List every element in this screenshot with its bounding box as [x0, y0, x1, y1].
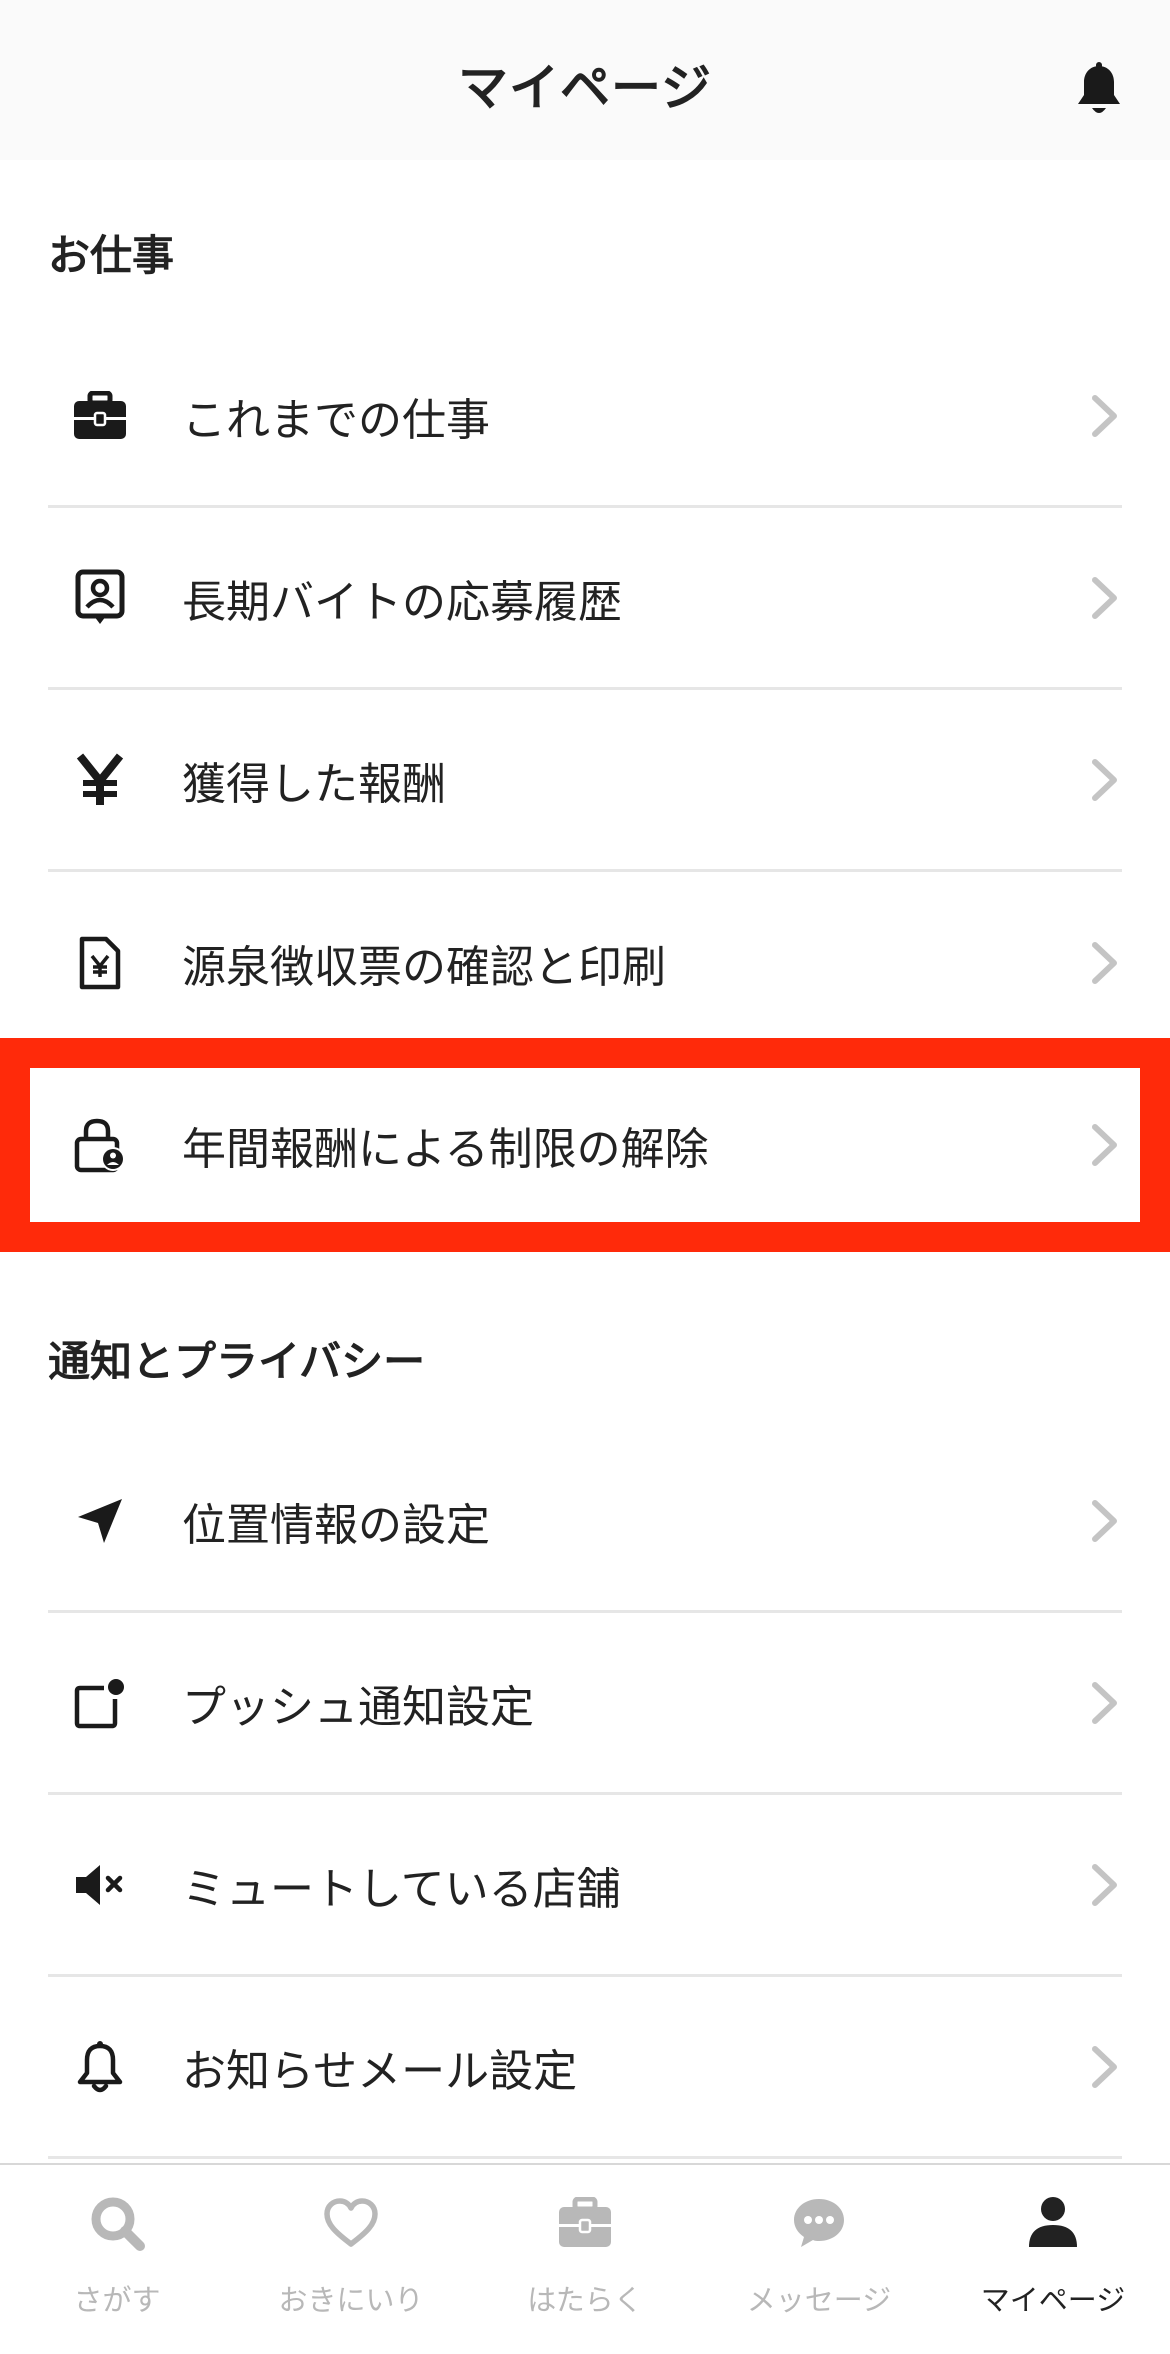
tab-label: マイページ: [980, 2283, 1126, 2317]
tab-label: メッセージ: [746, 2283, 892, 2317]
menu-item-label: お知らせメール設定: [182, 2045, 578, 2097]
heart-icon: [321, 2193, 381, 2253]
menu-item-earned-rewards[interactable]: 獲得した報酬: [48, 690, 1122, 872]
tab-label: はたらく: [527, 2283, 643, 2317]
menu-item-withholding-slip[interactable]: 源泉徴収票の確認と印刷: [48, 872, 1122, 1054]
menu-item-location-settings[interactable]: 位置情報の設定: [48, 1431, 1122, 1613]
menu-item-annual-limit-release[interactable]: 年間報酬による制限の解除: [48, 1054, 1122, 1236]
menu-item-notification-email-settings[interactable]: お知らせメール設定: [48, 1977, 1122, 2159]
profile-card-icon: [70, 568, 130, 628]
chevron-right-icon: [1092, 1681, 1117, 1724]
briefcase-icon: [555, 2193, 615, 2253]
notification-button[interactable]: [1068, 58, 1130, 124]
menu-item-label: 年間報酬による制限の解除: [182, 1124, 709, 1175]
chevron-right-icon: [1092, 2045, 1117, 2088]
yen-document-icon: [70, 933, 130, 993]
section-heading-privacy: 通知とプライバシー: [48, 1337, 426, 1386]
my-page-screen: マイページ お仕事 これまでの仕事 長期バイトの応募履歴 獲得した報酬 源泉徴収…: [0, 0, 1170, 2354]
lock-user-icon: [70, 1115, 130, 1175]
menu-item-label: これまでの仕事: [182, 394, 490, 446]
tab-favorites[interactable]: おきにいり: [234, 2165, 468, 2354]
chevron-right-icon: [1092, 942, 1117, 984]
push-notification-icon: [70, 1673, 130, 1733]
chevron-right-icon: [1092, 1124, 1117, 1166]
menu-item-label: 源泉徴収票の確認と印刷: [182, 942, 666, 993]
menu-item-push-notification-settings[interactable]: プッシュ通知設定: [48, 1613, 1122, 1795]
menu-item-label: 位置情報の設定: [182, 1499, 490, 1551]
tab-label: さがす: [73, 2283, 161, 2317]
section-heading-work: お仕事: [48, 231, 175, 280]
search-icon: [87, 2193, 147, 2253]
chevron-right-icon: [1092, 394, 1117, 437]
header: マイページ: [0, 0, 1170, 160]
tab-work[interactable]: はたらく: [468, 2165, 702, 2354]
mute-speaker-icon: [70, 1855, 130, 1915]
briefcase-icon: [70, 386, 130, 446]
menu-item-label: プッシュ通知設定: [182, 1681, 534, 1733]
tab-search[interactable]: さがす: [0, 2165, 234, 2354]
menu-item-long-term-applications[interactable]: 長期バイトの応募履歴: [48, 508, 1122, 690]
bell-icon: [1078, 62, 1120, 113]
menu-item-past-jobs[interactable]: これまでの仕事: [48, 326, 1122, 508]
bell-icon: [70, 2037, 130, 2097]
location-arrow-icon: [70, 1491, 130, 1551]
menu-item-label: 獲得した報酬: [182, 758, 446, 810]
page-title: マイページ: [458, 59, 712, 117]
chevron-right-icon: [1092, 1863, 1117, 1906]
tab-label: おきにいり: [278, 2283, 424, 2317]
tab-my-page[interactable]: マイページ: [936, 2165, 1170, 2354]
chevron-right-icon: [1092, 758, 1117, 801]
menu-item-muted-stores[interactable]: ミュートしている店舗: [48, 1795, 1122, 1977]
menu-item-label: 長期バイトの応募履歴: [182, 576, 622, 628]
yen-icon: [70, 750, 130, 810]
bottom-tab-bar: さがす おきにいり はたらく メッセージ マイページ: [0, 2163, 1170, 2354]
tab-messages[interactable]: メッセージ: [702, 2165, 936, 2354]
chevron-right-icon: [1092, 576, 1117, 619]
chat-bubble-icon: [789, 2193, 849, 2253]
chevron-right-icon: [1092, 1499, 1117, 1542]
person-icon: [1023, 2193, 1083, 2253]
menu-item-label: ミュートしている店舗: [182, 1863, 621, 1915]
